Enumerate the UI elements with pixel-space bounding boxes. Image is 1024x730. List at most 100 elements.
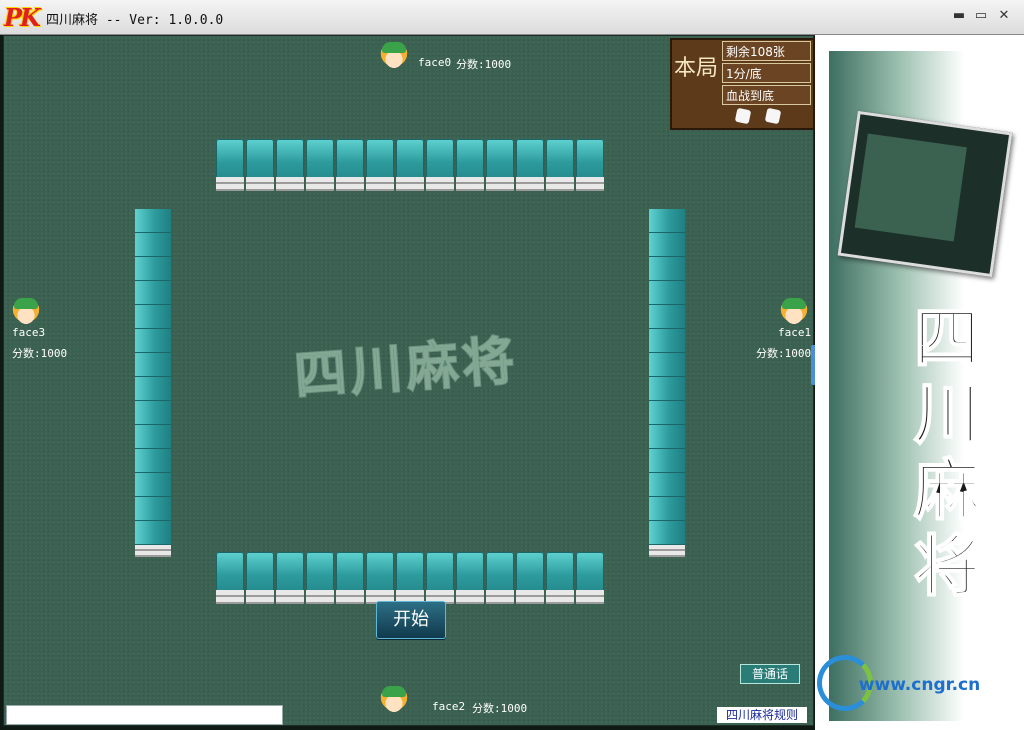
chat-input[interactable]: [6, 705, 283, 725]
player-score: 分数:1000: [456, 58, 512, 71]
tile-back: [135, 473, 171, 497]
tile-back: [216, 552, 244, 604]
tile-back: [649, 353, 685, 377]
right-tile-wall: [649, 209, 685, 557]
tile-back: [546, 139, 574, 191]
tile-back: [135, 209, 171, 233]
player-left: face3 分数:1000: [12, 298, 67, 361]
tile-back: [276, 139, 304, 191]
app-logo: PK: [4, 3, 41, 32]
tile-back: [649, 329, 685, 353]
tile-back: [366, 139, 394, 191]
player-avatar-icon: [12, 298, 40, 326]
tile-back: [649, 281, 685, 305]
tile-back: [276, 552, 304, 604]
tile-back: [246, 552, 274, 604]
tile-back: [649, 257, 685, 281]
player-score: 分数:1000: [12, 347, 68, 360]
tile-back: [456, 139, 484, 191]
tile-back: [649, 209, 685, 233]
player-name: face3: [12, 326, 46, 339]
tile-back: [216, 139, 244, 191]
tile-back: [649, 473, 685, 497]
top-tile-wall: [216, 139, 604, 191]
tile-back: [649, 497, 685, 521]
tile-back: [135, 401, 171, 425]
language-button[interactable]: 普通话: [740, 664, 800, 684]
start-button[interactable]: 开始: [376, 601, 446, 639]
tile-back: [426, 552, 454, 604]
player-avatar-icon: [380, 42, 408, 70]
tile-back: [336, 552, 364, 604]
ad-screenshot-image: [837, 110, 1013, 278]
tile-back: [649, 377, 685, 401]
tile-back: [336, 139, 364, 191]
tile-back: [649, 521, 685, 545]
close-button[interactable]: ✕: [995, 7, 1013, 25]
site-url: www.cngr.cn: [858, 675, 981, 695]
tile-back: [135, 305, 171, 329]
tile-back: [135, 257, 171, 281]
player-name: face0: [418, 56, 452, 69]
base-score: 1分/底: [722, 63, 811, 83]
tile-back: [135, 329, 171, 353]
tile-back: [306, 139, 334, 191]
tile-back: [135, 233, 171, 257]
remaining-tiles: 剩余108张: [722, 41, 811, 61]
round-info-panel: 本局 剩余108张 1分/底 血战到底: [670, 38, 815, 130]
tile-back: [649, 401, 685, 425]
tile-back: [546, 552, 574, 604]
tile-back: [649, 305, 685, 329]
tile-back: [135, 425, 171, 449]
ad-banner[interactable]: 四川麻将: [829, 51, 1013, 721]
tile-back: [135, 353, 171, 377]
tile-back: [306, 552, 334, 604]
tile-back: [135, 449, 171, 473]
tile-back: [649, 233, 685, 257]
minimize-button[interactable]: ▬: [950, 7, 968, 25]
tile-back: [135, 497, 171, 521]
tile-back: [486, 139, 514, 191]
left-tile-wall: [135, 209, 171, 557]
player-avatar-icon: [380, 686, 408, 714]
tile-back: [135, 281, 171, 305]
window-title: 四川麻将 -- Ver: 1.0.0.0: [46, 13, 224, 28]
mahjong-table: 四川麻将 face0 分数:1000 face3 分数:1000 face1 分…: [3, 35, 815, 726]
tile-stack-edge: [649, 545, 685, 557]
tile-back: [576, 552, 604, 604]
title-bar: PK 四川麻将 -- Ver: 1.0.0.0 ▬ ▭ ✕: [0, 0, 1024, 35]
tile-back: [135, 377, 171, 401]
tile-back: [396, 552, 424, 604]
tile-back: [246, 139, 274, 191]
tile-back: [516, 139, 544, 191]
tile-stack-edge: [135, 545, 171, 557]
tile-back: [366, 552, 394, 604]
player-top: face0 分数:1000: [380, 42, 511, 71]
player-name: face2: [432, 700, 466, 713]
player-score: 分数:1000: [756, 347, 812, 360]
dice-icon: [764, 107, 782, 125]
tile-back: [135, 521, 171, 545]
ad-title: 四川麻将: [913, 300, 981, 606]
rules-link[interactable]: 四川麻将规则: [717, 707, 807, 723]
player-right: face1 分数:1000: [756, 298, 811, 361]
tile-back: [486, 552, 514, 604]
player-bottom: face2 分数:1000: [380, 686, 527, 715]
tile-back: [576, 139, 604, 191]
dice-icon: [734, 107, 752, 125]
game-mode: 血战到底: [722, 85, 811, 105]
maximize-button[interactable]: ▭: [972, 7, 990, 25]
player-avatar-icon: [780, 298, 808, 326]
tile-back: [516, 552, 544, 604]
tile-back: [426, 139, 454, 191]
bottom-tile-wall: [216, 552, 604, 604]
tile-back: [396, 139, 424, 191]
table-watermark: 四川麻将: [292, 330, 522, 407]
player-score: 分数:1000: [472, 702, 528, 715]
tile-back: [649, 425, 685, 449]
tile-back: [649, 449, 685, 473]
tile-back: [456, 552, 484, 604]
player-name: face1: [778, 326, 812, 339]
ad-panel: 四川麻将 www.cngr.cn: [815, 35, 1024, 730]
round-label: 本局: [673, 56, 718, 81]
